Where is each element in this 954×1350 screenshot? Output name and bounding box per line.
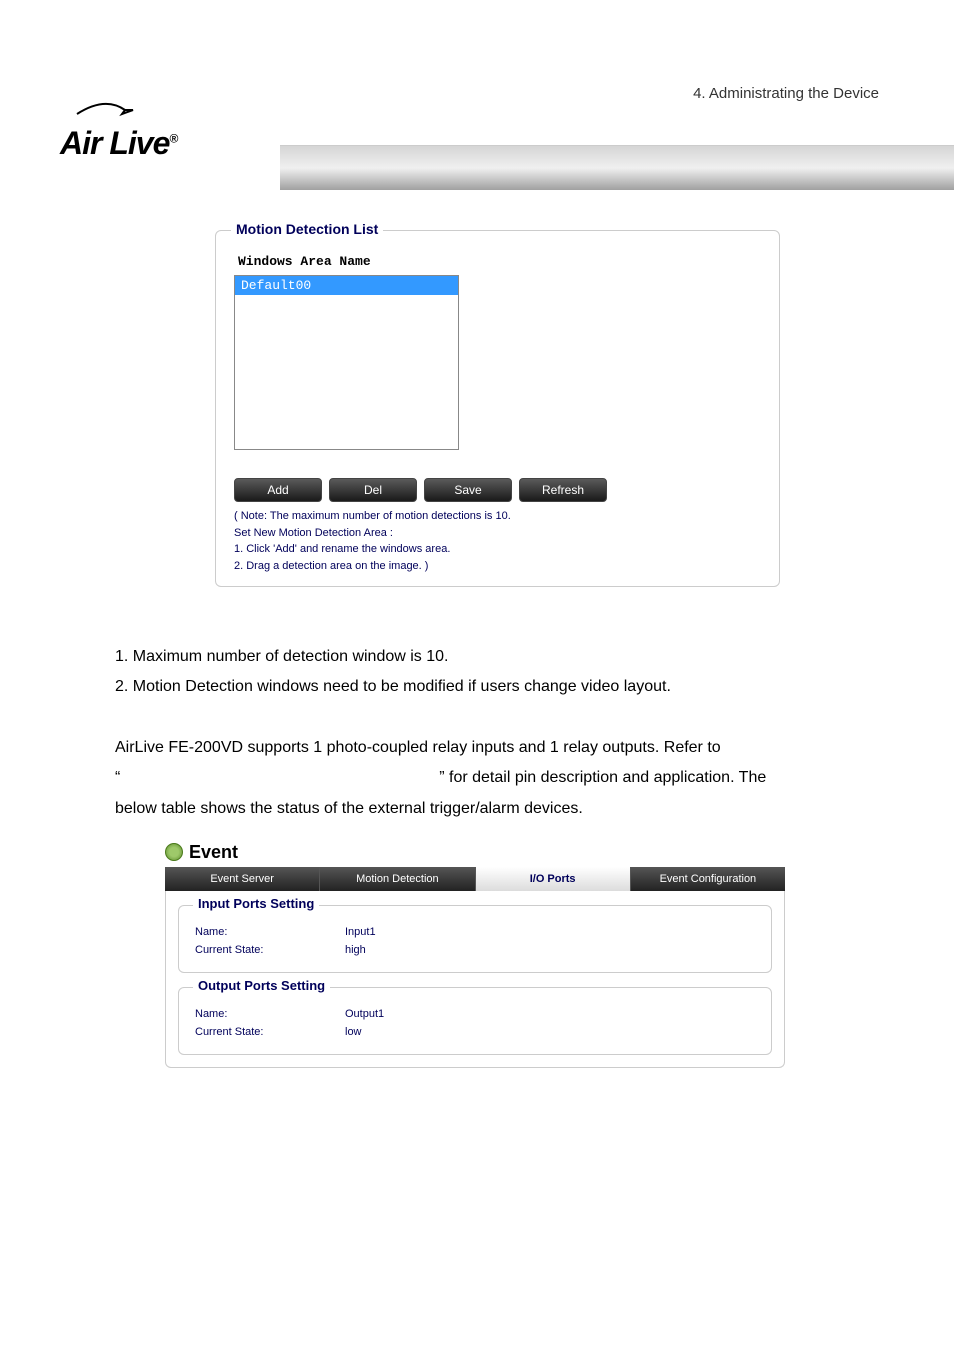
ports-container: Input Ports Setting Name: Input1 Current… — [165, 891, 785, 1068]
note-line: 2. Drag a detection area on the image. ) — [234, 558, 761, 575]
motion-note-block: ( Note: The maximum number of motion det… — [234, 508, 761, 574]
name-label: Name: — [195, 1008, 345, 1020]
tab-event-server[interactable]: Event Server — [165, 867, 320, 891]
motion-detection-panel: Motion Detection List Windows Area Name … — [215, 230, 780, 587]
event-tab-bar: Event Server Motion Detection I/O Ports … — [165, 867, 785, 891]
header-gradient — [280, 145, 954, 190]
logo-arc-icon — [75, 100, 135, 120]
input-ports-legend: Input Ports Setting — [193, 896, 319, 911]
motion-button-row: Add Del Save Refresh — [234, 478, 761, 502]
input-state-row: Current State: high — [195, 944, 755, 956]
body-text: 1. Maximum number of detection window is… — [115, 642, 954, 824]
windows-area-name-label: Windows Area Name — [238, 254, 761, 269]
add-button[interactable]: Add — [234, 478, 322, 502]
logo-text: Air Live® — [60, 125, 245, 162]
input-name-value: Input1 — [345, 926, 376, 938]
page-header: 4. Administrating the Device Air Live® — [0, 0, 954, 200]
refresh-button[interactable]: Refresh — [519, 478, 607, 502]
tab-event-configuration[interactable]: Event Configuration — [631, 867, 785, 891]
motion-area-listbox[interactable]: Default00 — [234, 275, 459, 450]
tab-motion-detection[interactable]: Motion Detection — [320, 867, 475, 891]
output-state-value: low — [345, 1026, 362, 1038]
event-widget: Event Event Server Motion Detection I/O … — [165, 842, 785, 1068]
body-p1bc: “ ” for detail pin description and appli… — [115, 763, 954, 793]
state-label: Current State: — [195, 944, 345, 956]
body-p2: below table shows the status of the exte… — [115, 794, 954, 824]
body-li1: 1. Maximum number of detection window is… — [115, 642, 954, 672]
chapter-label: 4. Administrating the Device — [693, 85, 879, 102]
note-line: 1. Click 'Add' and rename the windows ar… — [234, 541, 761, 558]
output-name-value: Output1 — [345, 1008, 384, 1020]
tab-io-ports[interactable]: I/O Ports — [476, 867, 631, 891]
body-li2: 2. Motion Detection windows need to be m… — [115, 672, 954, 702]
note-line: ( Note: The maximum number of motion det… — [234, 508, 761, 525]
output-state-row: Current State: low — [195, 1026, 755, 1038]
motion-panel-legend: Motion Detection List — [231, 221, 383, 237]
name-label: Name: — [195, 926, 345, 938]
list-item[interactable]: Default00 — [235, 276, 458, 295]
body-p1a: AirLive FE-200VD supports 1 photo-couple… — [115, 733, 954, 763]
event-header: Event — [165, 842, 785, 863]
output-name-row: Name: Output1 — [195, 1008, 755, 1020]
event-title: Event — [189, 842, 238, 863]
event-icon — [165, 843, 183, 861]
input-state-value: high — [345, 944, 366, 956]
note-line: Set New Motion Detection Area : — [234, 525, 761, 542]
del-button[interactable]: Del — [329, 478, 417, 502]
airlive-logo: Air Live® — [60, 100, 245, 162]
output-ports-legend: Output Ports Setting — [193, 978, 330, 993]
input-ports-fieldset: Input Ports Setting Name: Input1 Current… — [178, 905, 772, 973]
state-label: Current State: — [195, 1026, 345, 1038]
save-button[interactable]: Save — [424, 478, 512, 502]
body-paragraph: AirLive FE-200VD supports 1 photo-couple… — [115, 733, 954, 824]
output-ports-fieldset: Output Ports Setting Name: Output1 Curre… — [178, 987, 772, 1055]
input-name-row: Name: Input1 — [195, 926, 755, 938]
